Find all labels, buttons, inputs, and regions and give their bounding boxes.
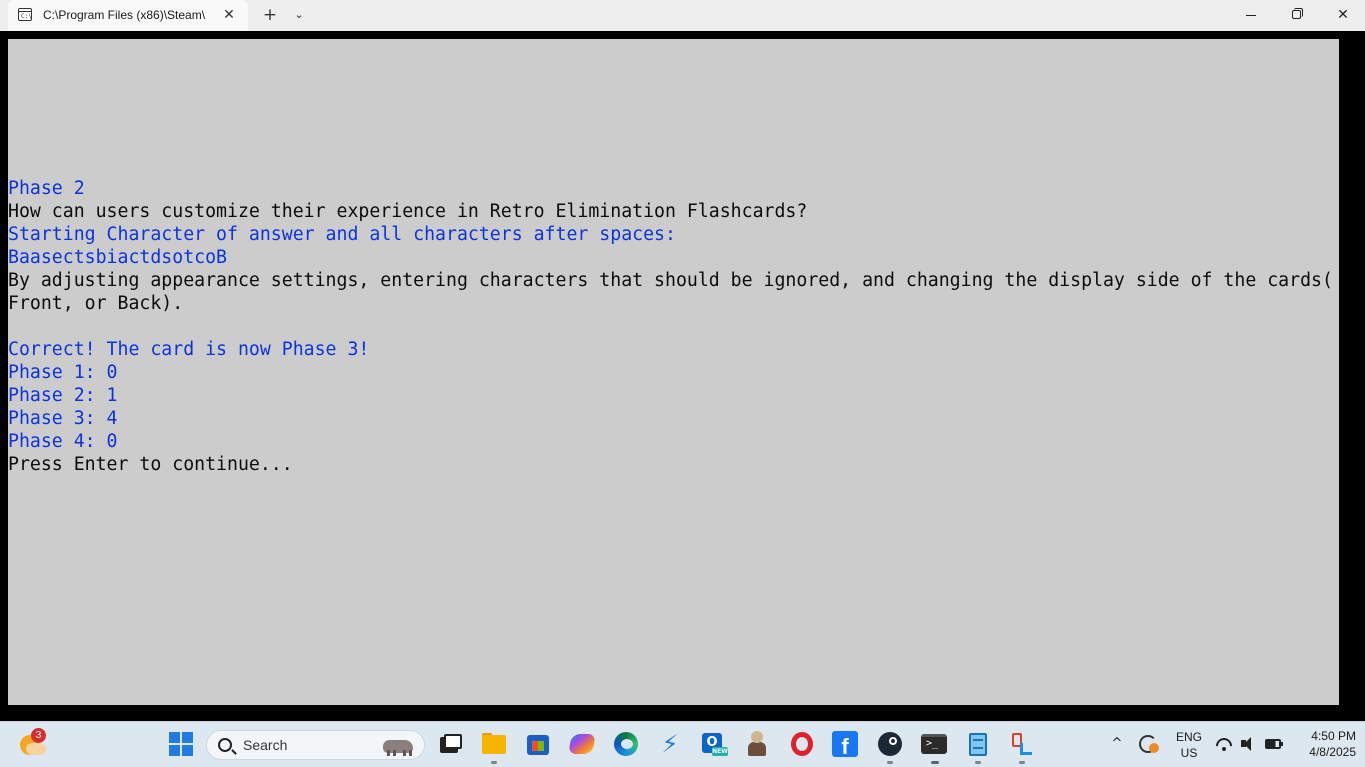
taskbar: 3 Search ⚡ O NEW f >_ ^ ENG US 4:50 PM 4… bbox=[0, 721, 1365, 767]
terminal-icon[interactable]: >_ bbox=[920, 730, 948, 758]
outlook-new-icon[interactable]: O NEW bbox=[700, 730, 728, 758]
visual-studio-icon[interactable]: ⚡ bbox=[656, 730, 684, 758]
language-indicator[interactable]: ENG bbox=[1176, 730, 1202, 744]
file-explorer-icon[interactable] bbox=[480, 730, 508, 758]
active-running-indicator bbox=[931, 761, 939, 764]
facebook-icon[interactable]: f bbox=[832, 731, 858, 759]
show-hidden-icons-chevron-icon[interactable]: ^ bbox=[1108, 735, 1126, 753]
start-logo-pane bbox=[169, 732, 180, 743]
minimize-button[interactable] bbox=[1228, 0, 1274, 31]
tab-console[interactable]: C:\ C:\Program Files (x86)\Steam\ ✕ bbox=[8, 0, 248, 31]
copilot-icon[interactable] bbox=[567, 730, 597, 758]
console-line: By adjusting appearance settings, enteri… bbox=[8, 270, 1333, 291]
console-line: Correct! The card is now Phase 3! bbox=[8, 339, 370, 360]
running-indicator bbox=[975, 761, 981, 764]
console-output[interactable]: Phase 2 How can users customize their exp… bbox=[8, 39, 1339, 705]
clock-time[interactable]: 4:50 PM bbox=[1290, 729, 1356, 743]
console-line: Phase 4: 0 bbox=[8, 431, 118, 452]
taskbar-search-box[interactable]: Search bbox=[206, 730, 425, 760]
start-button[interactable] bbox=[169, 732, 193, 756]
running-indicator bbox=[887, 761, 893, 764]
sync-update-icon[interactable] bbox=[1137, 733, 1161, 757]
start-logo-pane bbox=[182, 745, 193, 756]
wifi-icon[interactable] bbox=[1212, 734, 1236, 758]
opera-browser-icon[interactable] bbox=[788, 730, 816, 758]
volume-icon[interactable] bbox=[1239, 735, 1259, 753]
console-scrollbar-gutter bbox=[1339, 39, 1365, 705]
running-indicator bbox=[491, 761, 497, 764]
close-tab-icon[interactable]: ✕ bbox=[220, 5, 238, 25]
start-logo-pane bbox=[182, 732, 193, 743]
search-icon bbox=[218, 738, 232, 752]
clock-date[interactable]: 4/8/2025 bbox=[1290, 745, 1356, 759]
restore-button[interactable] bbox=[1274, 0, 1320, 31]
battery-icon[interactable] bbox=[1264, 736, 1284, 752]
new-tab-button[interactable]: + bbox=[260, 5, 280, 25]
start-logo-pane bbox=[169, 745, 180, 756]
console-text: Phase 2 How can users customize their exp… bbox=[8, 177, 1339, 476]
task-view-icon[interactable] bbox=[436, 730, 464, 758]
console-line: BaasectsbiactdsotcoB bbox=[8, 247, 227, 268]
edge-browser-icon[interactable] bbox=[612, 730, 640, 758]
console-line: Front, or Back). bbox=[8, 293, 184, 314]
keyboard-layout-indicator[interactable]: US bbox=[1176, 746, 1202, 760]
game-app-icon[interactable] bbox=[744, 730, 772, 758]
close-window-button[interactable]: ✕ bbox=[1320, 0, 1365, 31]
console-line: How can users customize their experience… bbox=[8, 201, 808, 222]
search-highlight-illustration bbox=[379, 737, 419, 756]
console-line: Press Enter to continue... bbox=[8, 454, 293, 475]
console-line: Starting Character of answer and all cha… bbox=[8, 224, 676, 245]
tab-title: C:\Program Files (x86)\Steam\ bbox=[43, 8, 206, 22]
steam-icon[interactable] bbox=[876, 730, 904, 758]
notepad-icon[interactable] bbox=[964, 730, 992, 758]
terminal-tab-icon: C:\ bbox=[18, 8, 32, 21]
title-bar: C:\ C:\Program Files (x86)\Steam\ ✕ + ⌄ … bbox=[0, 0, 1365, 31]
console-line: Phase 2 bbox=[8, 178, 85, 199]
microsoft-store-icon[interactable] bbox=[524, 730, 552, 758]
search-placeholder: Search bbox=[243, 737, 288, 753]
running-indicator bbox=[1019, 761, 1025, 764]
snipping-tool-icon[interactable] bbox=[1008, 730, 1036, 758]
weather-notification-badge: 3 bbox=[31, 728, 46, 743]
console-line: Phase 1: 0 bbox=[8, 362, 118, 383]
tab-dropdown-chevron-icon[interactable]: ⌄ bbox=[290, 5, 308, 25]
console-line: Phase 2: 1 bbox=[8, 385, 118, 406]
console-line: Phase 3: 4 bbox=[8, 408, 118, 429]
restore-icon bbox=[1292, 10, 1301, 19]
minimize-icon bbox=[1246, 15, 1256, 16]
